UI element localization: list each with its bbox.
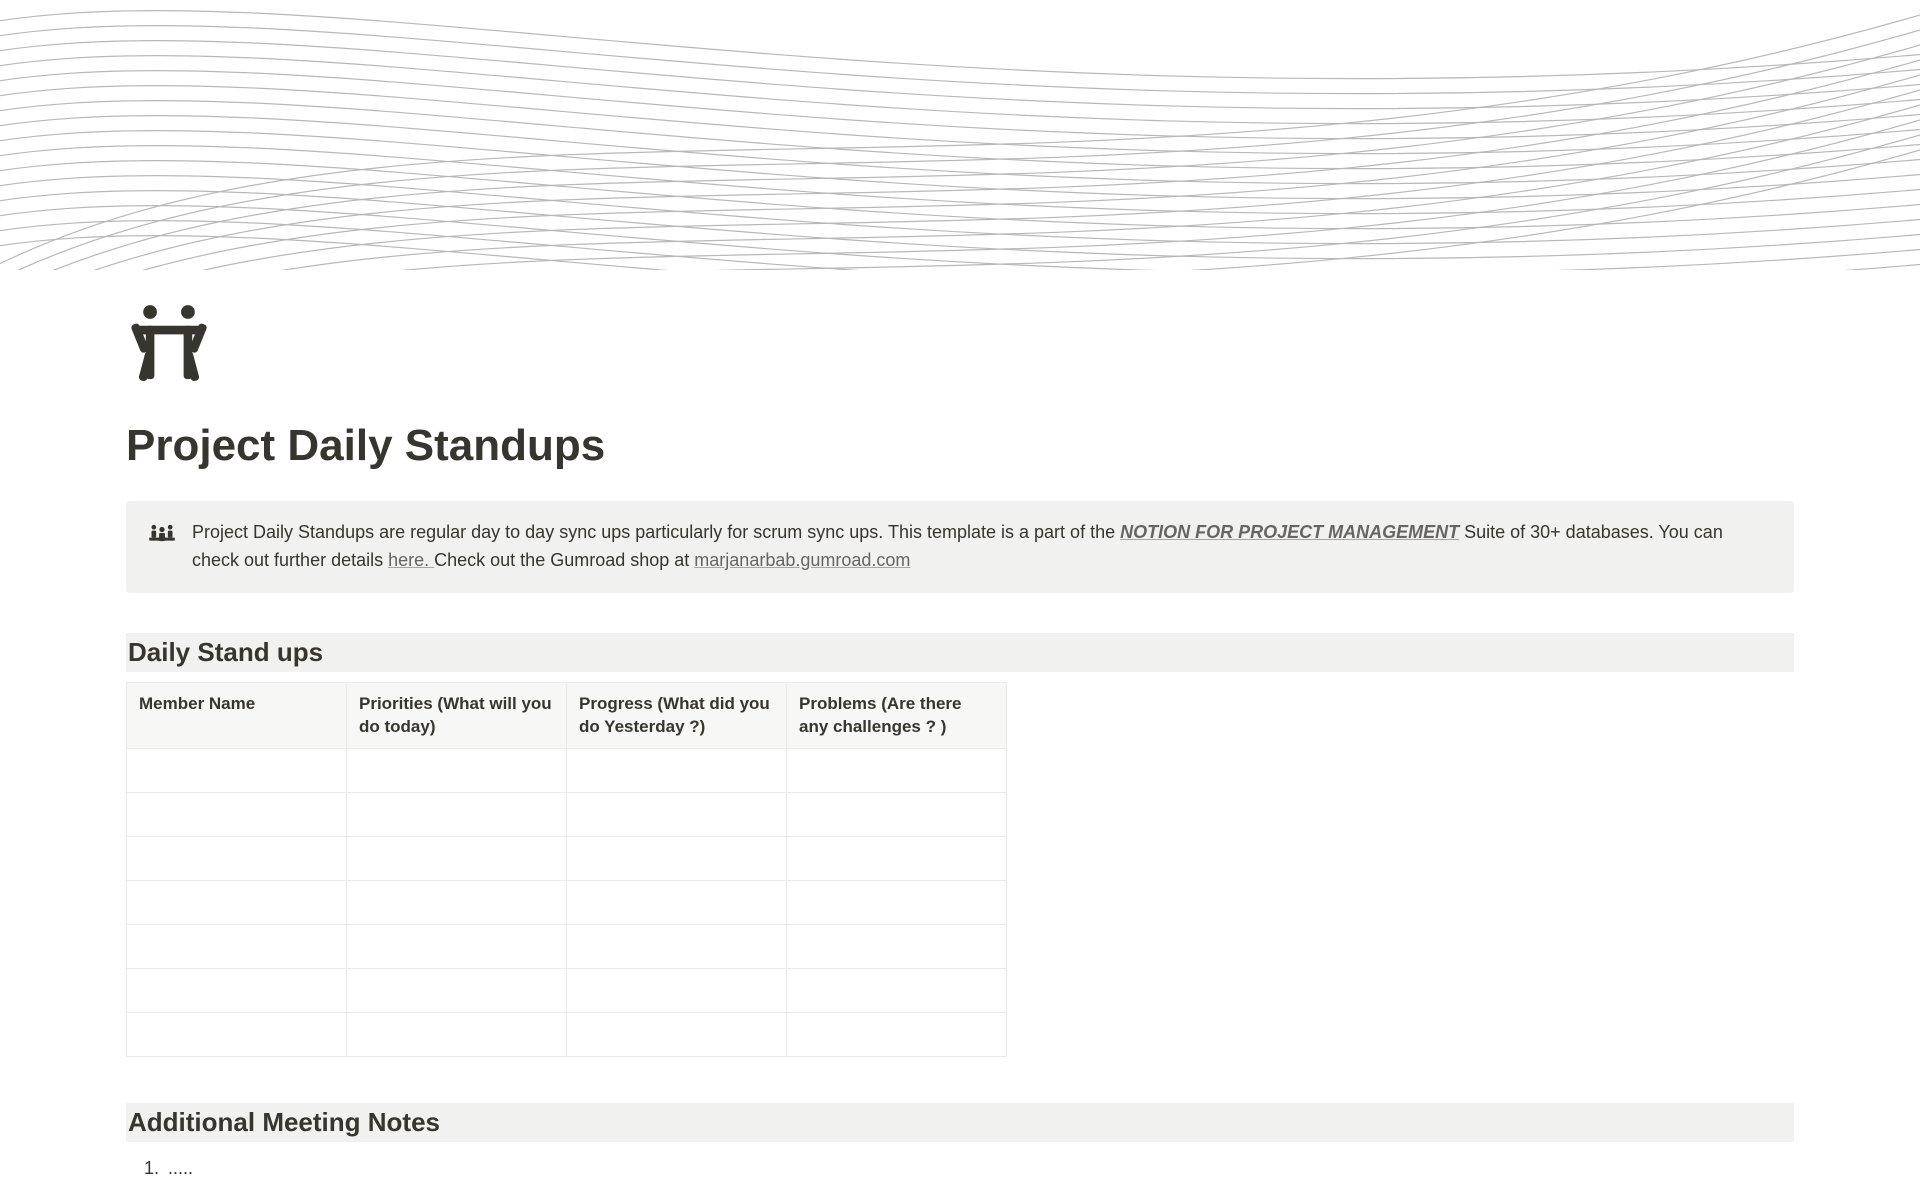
- col-header-member[interactable]: Member Name: [127, 682, 347, 749]
- table-cell[interactable]: [787, 793, 1007, 837]
- table-cell[interactable]: [567, 925, 787, 969]
- table-cell[interactable]: [127, 925, 347, 969]
- table-cell[interactable]: [127, 793, 347, 837]
- table-cell[interactable]: [787, 969, 1007, 1013]
- table-row[interactable]: [127, 749, 1007, 793]
- table-cell[interactable]: [127, 837, 347, 881]
- callout-text-before: Project Daily Standups are regular day t…: [192, 522, 1120, 542]
- table-row[interactable]: [127, 881, 1007, 925]
- callout-text-after: Check out the Gumroad shop at: [434, 550, 694, 570]
- table-cell[interactable]: [787, 837, 1007, 881]
- page-icon-people[interactable]: [126, 300, 212, 386]
- table-cell[interactable]: [347, 837, 567, 881]
- table-cell[interactable]: [347, 1013, 567, 1057]
- table-row[interactable]: [127, 793, 1007, 837]
- table-cell[interactable]: [347, 969, 567, 1013]
- table-cell[interactable]: [567, 793, 787, 837]
- table-row[interactable]: [127, 969, 1007, 1013]
- callout-block[interactable]: Project Daily Standups are regular day t…: [126, 501, 1794, 593]
- callout-text: Project Daily Standups are regular day t…: [192, 519, 1772, 575]
- table-cell[interactable]: [567, 1013, 787, 1057]
- table-cell[interactable]: [127, 749, 347, 793]
- page-title[interactable]: Project Daily Standups: [126, 420, 1794, 473]
- meeting-icon: [148, 521, 176, 545]
- table-cell[interactable]: [127, 1013, 347, 1057]
- table-cell[interactable]: [347, 881, 567, 925]
- table-header-row: Member Name Priorities (What will you do…: [127, 682, 1007, 749]
- table-cell[interactable]: [787, 925, 1007, 969]
- table-cell[interactable]: [787, 749, 1007, 793]
- list-item[interactable]: .....: [164, 1154, 1794, 1183]
- daily-standups-heading[interactable]: Daily Stand ups: [126, 633, 1794, 672]
- notes-list[interactable]: .....: [126, 1154, 1794, 1183]
- table-row[interactable]: [127, 1013, 1007, 1057]
- col-header-progress[interactable]: Progress (What did you do Yesterday ?): [567, 682, 787, 749]
- table-cell[interactable]: [347, 793, 567, 837]
- table-cell[interactable]: [567, 837, 787, 881]
- table-cell[interactable]: [127, 881, 347, 925]
- table-cell[interactable]: [127, 969, 347, 1013]
- cover-image: [0, 0, 1920, 270]
- table-cell[interactable]: [787, 881, 1007, 925]
- table-cell[interactable]: [567, 969, 787, 1013]
- table-cell[interactable]: [567, 881, 787, 925]
- table-cell[interactable]: [347, 925, 567, 969]
- table-row[interactable]: [127, 837, 1007, 881]
- table-cell[interactable]: [347, 749, 567, 793]
- col-header-problems[interactable]: Problems (Are there any challenges ? ): [787, 682, 1007, 749]
- col-header-priorities[interactable]: Priorities (What will you do today): [347, 682, 567, 749]
- gumroad-link[interactable]: marjanarbab.gumroad.com: [694, 550, 910, 570]
- table-row[interactable]: [127, 925, 1007, 969]
- here-link[interactable]: here.: [388, 550, 434, 570]
- table-cell[interactable]: [567, 749, 787, 793]
- additional-notes-heading[interactable]: Additional Meeting Notes: [126, 1103, 1794, 1142]
- table-cell[interactable]: [787, 1013, 1007, 1057]
- standup-table[interactable]: Member Name Priorities (What will you do…: [126, 682, 1007, 1058]
- suite-link[interactable]: NOTION FOR PROJECT MANAGEMENT: [1120, 522, 1459, 542]
